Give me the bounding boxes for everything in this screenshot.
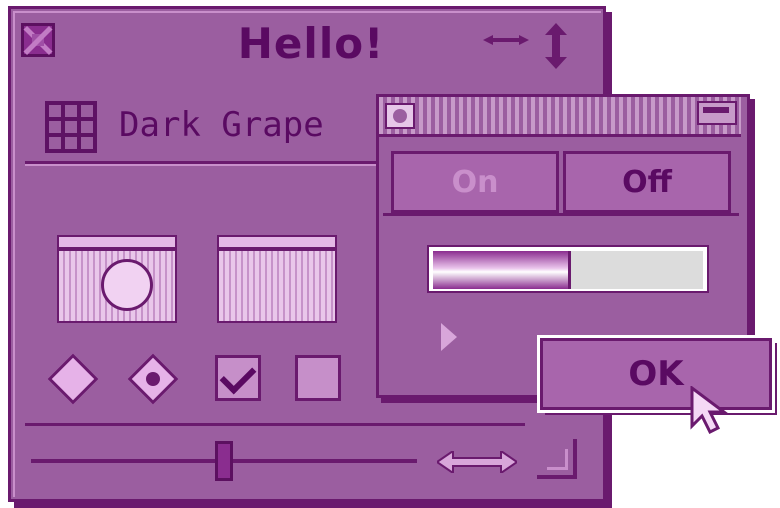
disclosure-triangle-icon[interactable] (441, 323, 457, 351)
folder-icon[interactable] (217, 235, 337, 323)
folder-with-face-icon[interactable] (57, 235, 177, 323)
palette-divider (383, 213, 739, 216)
progress-fill (433, 251, 568, 289)
bottom-divider (25, 423, 525, 426)
radio-button-1[interactable] (47, 353, 99, 405)
on-button[interactable]: On (391, 151, 559, 213)
ok-button[interactable]: OK (537, 335, 775, 413)
slider-thumb[interactable] (215, 441, 233, 481)
horizontal-arrows-icon[interactable] (483, 35, 529, 45)
checkbox-1[interactable] (215, 355, 261, 401)
palette-close-icon[interactable] (385, 103, 415, 129)
arrow-cursor-icon (690, 386, 729, 434)
vertical-arrows-icon[interactable] (545, 23, 567, 69)
checkbox-2[interactable] (295, 355, 341, 401)
palette-title-bar[interactable] (379, 97, 741, 137)
palette-collapse-icon[interactable] (697, 101, 737, 125)
progress-remaining (568, 251, 703, 289)
horizontal-scroll-arrows-icon[interactable] (437, 451, 517, 473)
window-title: Hello! (237, 19, 385, 68)
close-box-icon[interactable] (21, 23, 55, 57)
header-label: Dark Grape (119, 105, 324, 145)
resize-handle[interactable] (537, 439, 577, 479)
radio-button-2[interactable] (127, 353, 179, 405)
grid-icon (45, 101, 97, 153)
progress-bar (427, 245, 709, 293)
off-button[interactable]: Off (563, 151, 731, 213)
